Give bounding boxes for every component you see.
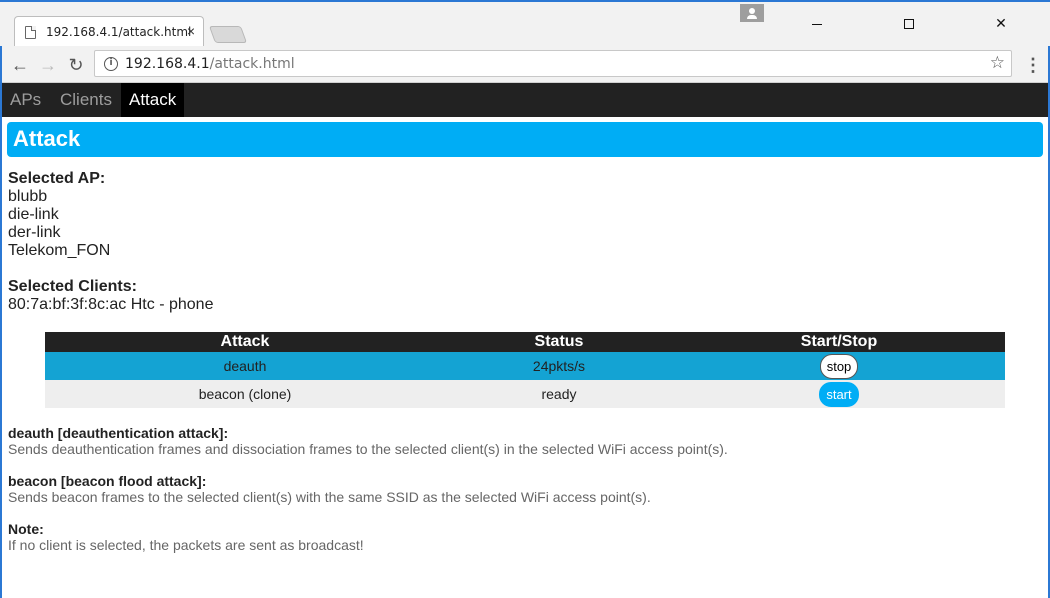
start-button[interactable]: start <box>819 381 859 407</box>
close-window-button[interactable]: ✕ <box>978 8 1024 38</box>
description-title: beacon [beacon flood attack]: <box>8 473 207 489</box>
url-host: 192.168.4.1 <box>125 56 210 72</box>
startstop-cell: stop <box>673 352 1005 380</box>
selected-clients-label: Selected Clients: <box>8 278 137 295</box>
description-deauth: deauth [deauthentication attack]: Sends … <box>8 425 728 457</box>
attack-table: Attack Status Start/Stop deauth 24pkts/s… <box>45 332 1005 408</box>
startstop-cell: start <box>673 380 1005 408</box>
description-note: Note: If no client is selected, the pack… <box>8 521 364 553</box>
selected-ap-item: Telekom_FON <box>8 242 111 259</box>
browser-tab[interactable]: 192.168.4.1/attack.html × <box>14 16 204 48</box>
new-tab-button[interactable] <box>208 26 248 43</box>
attack-status: ready <box>445 380 673 408</box>
attack-name: deauth <box>45 352 445 380</box>
selected-clients-section: Selected Clients: 80:7a:bf:3f:8c:ac Htc … <box>8 278 213 314</box>
tab-title: 192.168.4.1/attack.html <box>46 25 192 39</box>
back-button[interactable]: ← <box>8 53 32 77</box>
description-title: Note: <box>8 521 44 537</box>
browser-menu-icon[interactable]: ⋮ <box>1024 53 1042 77</box>
description-body: If no client is selected, the packets ar… <box>8 537 364 553</box>
page-content: APs Clients Attack Attack Selected AP: b… <box>2 83 1048 598</box>
selected-ap-label: Selected AP: <box>8 170 106 187</box>
selected-ap-section: Selected AP: blubb die-link der-link Tel… <box>8 170 110 260</box>
page-title-banner: Attack <box>7 122 1043 157</box>
nav-item-clients[interactable]: Clients <box>52 83 120 117</box>
forward-button[interactable]: → <box>36 53 60 77</box>
page-title: Attack <box>13 126 81 151</box>
info-icon[interactable]: i <box>104 57 118 71</box>
reload-button[interactable]: ↻ <box>64 53 88 77</box>
url-text[interactable]: 192.168.4.1/attack.html <box>125 56 295 72</box>
close-icon: ✕ <box>995 15 1007 31</box>
bookmark-star-icon[interactable]: ☆ <box>990 53 1005 73</box>
selected-ap-item: blubb <box>8 188 48 205</box>
description-body: Sends deauthentication frames and dissoc… <box>8 441 728 457</box>
close-tab-icon[interactable]: × <box>187 23 195 39</box>
nav-item-attack[interactable]: Attack <box>121 83 185 117</box>
col-header-startstop: Start/Stop <box>673 332 1005 352</box>
address-bar[interactable]: i 192.168.4.1/attack.html ☆ <box>94 50 1012 77</box>
description-beacon: beacon [beacon flood attack]: Sends beac… <box>8 473 651 505</box>
stop-button[interactable]: stop <box>819 353 859 379</box>
table-header-row: Attack Status Start/Stop <box>45 332 1005 352</box>
col-header-status: Status <box>445 332 673 352</box>
attack-status: 24pkts/s <box>445 352 673 380</box>
url-path: /attack.html <box>209 56 295 72</box>
selected-ap-item: die-link <box>8 206 59 223</box>
minimize-icon <box>812 23 822 25</box>
table-row: deauth 24pkts/s stop <box>45 352 1005 380</box>
top-navigation: APs Clients Attack <box>2 83 1048 117</box>
profile-icon[interactable] <box>740 4 764 22</box>
description-body: Sends beacon frames to the selected clie… <box>8 489 651 505</box>
maximize-icon <box>904 19 914 30</box>
selected-ap-item: der-link <box>8 224 61 241</box>
maximize-button[interactable] <box>886 8 932 38</box>
col-header-attack: Attack <box>45 332 445 352</box>
title-bar: 192.168.4.1/attack.html × ✕ <box>0 0 1050 48</box>
nav-item-aps[interactable]: APs <box>2 83 49 117</box>
attack-name: beacon (clone) <box>45 380 445 408</box>
selected-client-item: 80:7a:bf:3f:8c:ac Htc - phone <box>8 296 214 313</box>
minimize-button[interactable] <box>794 8 840 38</box>
page-icon <box>25 26 36 39</box>
table-row: beacon (clone) ready start <box>45 380 1005 408</box>
browser-toolbar: ← → ↻ i 192.168.4.1/attack.html ☆ ⋮ <box>2 46 1048 83</box>
description-title: deauth [deauthentication attack]: <box>8 425 229 441</box>
